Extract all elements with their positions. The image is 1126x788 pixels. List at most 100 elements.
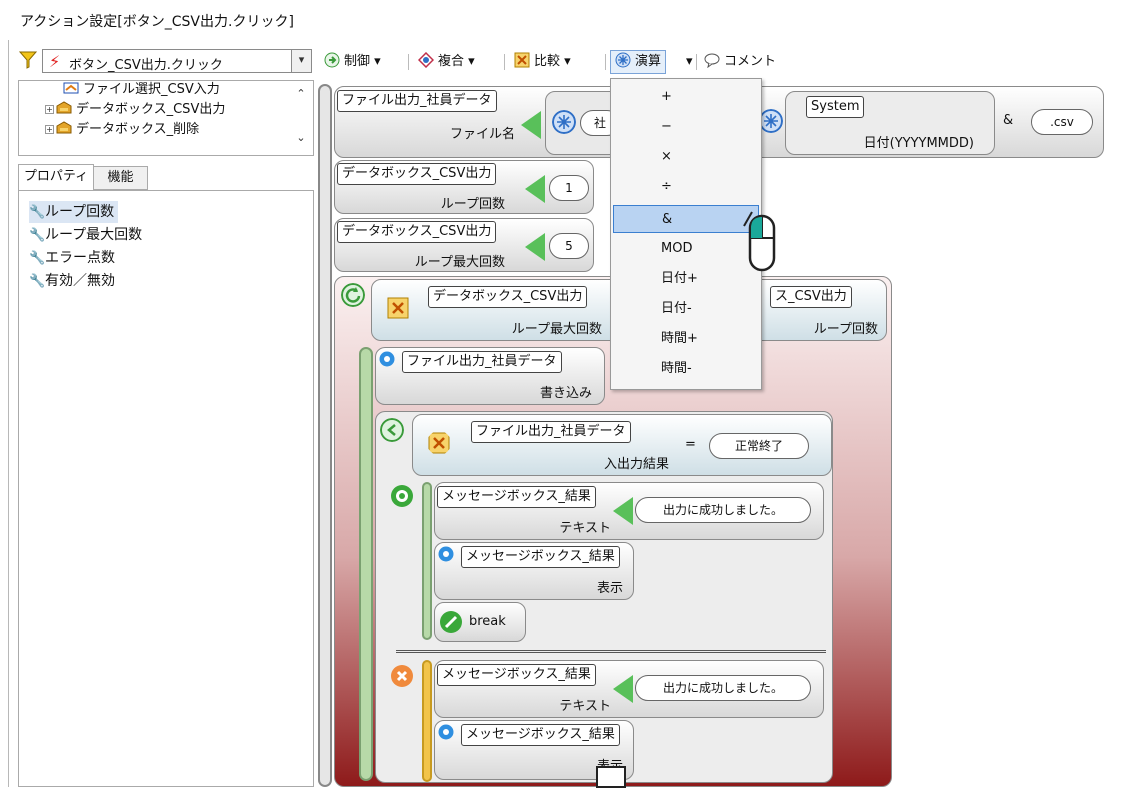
menu-item-mod[interactable]: MOD (613, 235, 759, 263)
tree-scrollbar[interactable]: ⌃ ⌄ (291, 81, 311, 155)
file-select-icon (63, 82, 79, 94)
calc-menu-dropdown[interactable]: ▾ (682, 50, 697, 74)
control-menu-button[interactable]: 制御 ▾ (320, 50, 385, 74)
tree-item-label: データボックス_CSV出力 (76, 102, 226, 117)
method-label: 表示 (596, 581, 623, 596)
value-pill: 1 (549, 175, 589, 201)
chevron-down-icon[interactable]: ▾ (291, 50, 311, 72)
property-label: エラー点数 (45, 250, 115, 266)
compare-icon (428, 432, 450, 454)
assign-block-loopmax[interactable]: データボックス_CSV出力 ループ最大回数 5 (334, 218, 594, 272)
tree-item-label: ファイル選択_CSV入力 (83, 82, 220, 97)
error-branch-icon (391, 665, 413, 687)
assign-arrow-icon (525, 175, 545, 203)
toolbar: 制御 ▾ 複合 ▾ 比較 ▾ 演算 ▾ コメント (316, 48, 1126, 76)
assign-block-ng-message[interactable]: メッセージボックス_結果 テキスト 出力に成功しました。 (434, 660, 824, 718)
property-label: ファイル名 (449, 127, 515, 142)
method-block-write[interactable]: ファイル出力_社員データ 書き込み (375, 347, 605, 405)
property-label: ループ回数 (45, 204, 115, 220)
window-title: アクション設定[ボタン_CSV出力.クリック] (20, 14, 294, 30)
property-label: テキスト (559, 699, 611, 714)
assign-block-ok-message[interactable]: メッセージボックス_結果 テキスト 出力に成功しました。 (434, 482, 824, 540)
menu-item-date-plus[interactable]: 日付+ (613, 265, 759, 293)
calc-icon (552, 110, 576, 134)
ok-rail (422, 482, 432, 640)
method-label: 書き込み (539, 386, 592, 401)
tab-properties[interactable]: プロパティ (18, 164, 94, 190)
chevron-up-icon[interactable]: ⌃ (291, 87, 311, 100)
toolbar-separator (605, 54, 606, 70)
gear-icon (438, 724, 454, 740)
property-item[interactable]: 🔧ループ最大回数 (29, 224, 142, 246)
tree-item[interactable]: + データボックス_CSV出力 (45, 100, 225, 120)
calc-icon (759, 109, 783, 133)
comment-label: コメント (724, 54, 777, 69)
calc-menu-button[interactable]: 演算 (610, 50, 667, 74)
csv-extension-pill: .csv (1031, 109, 1093, 135)
value-pill: 出力に成功しました。 (635, 675, 811, 701)
property-item[interactable]: 🔧ループ回数 (29, 201, 119, 223)
expand-icon[interactable]: + (45, 105, 54, 114)
toolbar-separator (504, 54, 505, 70)
assign-arrow-icon (613, 497, 633, 525)
tab-functions[interactable]: 機能 (94, 166, 148, 190)
drag-placeholder (596, 766, 626, 788)
assign-block-loopcount[interactable]: データボックス_CSV出力 ループ回数 1 (334, 160, 594, 214)
system-date-prop: 日付(YYYYMMDD) (863, 136, 974, 151)
databox-icon (56, 121, 72, 134)
break-block[interactable]: break (434, 602, 526, 642)
gear-icon (438, 546, 454, 562)
event-select-value: ボタン_CSV出力.クリック (69, 58, 223, 73)
menu-item-minus[interactable]: − (613, 113, 759, 141)
compare-icon (387, 297, 409, 319)
wrench-icon: 🔧 (29, 205, 46, 220)
calc-dropdown-menu: + − × ÷ & MOD 日付+ 日付- 時間+ 時間- (610, 78, 762, 390)
menu-item-divide[interactable]: ÷ (613, 173, 759, 201)
if-block[interactable]: ファイル出力_社員データ 入出力結果 = 正常終了 メッセージボックス_結果 テ… (375, 411, 833, 783)
databox-icon (56, 101, 72, 114)
tree-item[interactable]: + データボックス_削除 (45, 120, 199, 140)
tree-item[interactable]: ファイル選択_CSV入力 (63, 80, 220, 100)
chevron-down-icon[interactable]: ⌄ (291, 131, 311, 144)
compare-label: 比較 (534, 54, 561, 69)
expand-icon[interactable]: + (45, 125, 54, 134)
target-label: メッセージボックス_結果 (461, 546, 620, 568)
lightning-icon: ⚡ (49, 52, 61, 71)
compound-menu-button[interactable]: 複合 ▾ (414, 50, 479, 74)
branch-icon (380, 418, 404, 442)
window-edge (8, 40, 9, 787)
menu-item-multiply[interactable]: × (613, 143, 759, 171)
property-label: 入出力結果 (603, 457, 669, 472)
menu-item-time-minus[interactable]: 時間- (613, 355, 759, 383)
control-label: 制御 (344, 54, 371, 69)
menu-item-date-minus[interactable]: 日付- (613, 295, 759, 323)
comment-button[interactable]: コメント (700, 50, 780, 74)
tree-item-label: データボックス_削除 (76, 122, 200, 137)
loop-rail (359, 347, 373, 781)
assign-arrow-icon (521, 111, 541, 139)
control-icon (324, 52, 340, 68)
property-item[interactable]: 🔧エラー点数 (29, 247, 115, 269)
toolbar-separator (408, 54, 409, 70)
compare-menu-button[interactable]: 比較 ▾ (510, 50, 575, 74)
value-pill: 正常終了 (709, 433, 809, 459)
break-label: break (469, 614, 506, 629)
filter-icon[interactable] (18, 50, 38, 70)
toolbar-separator (696, 54, 697, 70)
break-icon (440, 611, 462, 633)
method-block-ok-show[interactable]: メッセージボックス_結果 表示 (434, 542, 634, 600)
wrench-icon: 🔧 (29, 274, 46, 289)
menu-item-plus[interactable]: + (613, 83, 759, 111)
menu-item-time-plus[interactable]: 時間+ (613, 325, 759, 353)
event-select[interactable]: ⚡ ボタン_CSV出力.クリック ▾ (42, 49, 312, 73)
title-bar: アクション設定[ボタン_CSV出力.クリック] (0, 0, 1126, 42)
property-item[interactable]: 🔧有効／無効 (29, 270, 115, 292)
loop-icon (341, 283, 365, 307)
system-label: System (806, 96, 865, 118)
target-label: メッセージボックス_結果 (461, 724, 620, 746)
target-label: データボックス_CSV出力 (428, 286, 588, 308)
ok-branch-icon (391, 485, 413, 507)
branch-divider (396, 650, 826, 653)
menu-item-concat[interactable]: & (613, 205, 759, 233)
value-pill: 出力に成功しました。 (635, 497, 811, 523)
